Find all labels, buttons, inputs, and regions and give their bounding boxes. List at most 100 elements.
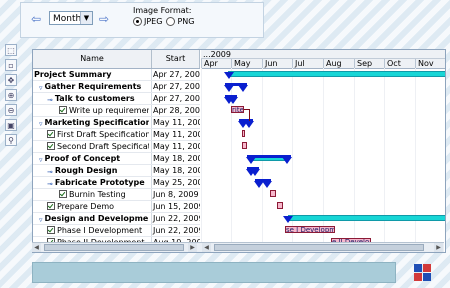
select-icon[interactable]: ⬚ xyxy=(5,44,17,56)
first-draft-bar[interactable] xyxy=(242,130,245,137)
burnin-testing-bar[interactable] xyxy=(270,190,276,197)
row-name-cell: ⊸ Rough Design xyxy=(47,165,149,176)
logo-icon xyxy=(414,264,432,282)
row-start-cell: May 11, 2009 xyxy=(153,118,200,127)
table-row[interactable]: ▿ Design and Development Jun 22, 2009 xyxy=(33,213,200,225)
month-label: Aug xyxy=(323,59,354,68)
table-row[interactable]: Write up requirements Apr 28, 2009 xyxy=(33,105,200,117)
summary-task-icon: ⊸ xyxy=(47,168,53,176)
link-icon[interactable]: ⚲ xyxy=(5,134,17,146)
row-name-cell: Burnin Testing xyxy=(59,189,149,200)
prev-button[interactable]: ⇦ xyxy=(29,12,43,26)
fit-icon[interactable]: ▣ xyxy=(5,119,17,131)
task-checkbox-icon xyxy=(59,189,67,198)
gather-requirements-start-cap[interactable] xyxy=(224,85,234,92)
dependency-link xyxy=(249,109,250,121)
jpeg-radio[interactable] xyxy=(133,17,142,26)
row-start-cell: Jun 8, 2009 xyxy=(153,190,199,199)
horizontal-scrollbar[interactable]: ◀ ▶ ◀ ▶ xyxy=(32,242,444,252)
png-radio[interactable] xyxy=(166,17,176,26)
row-start-cell: Apr 27, 2009 xyxy=(153,70,200,79)
project-summary-start-cap[interactable] xyxy=(224,72,234,79)
format-options: JPEG PNG xyxy=(133,17,194,26)
expand-toggle-icon[interactable]: ▿ xyxy=(39,215,43,224)
table-row[interactable]: Second Draft Specificati... May 11, 2009 xyxy=(33,141,200,153)
pan-icon[interactable]: ▫ xyxy=(5,59,17,71)
task-checkbox-icon xyxy=(47,201,55,210)
expand-toggle-icon[interactable]: ▿ xyxy=(39,119,43,128)
row-name: Design and Development xyxy=(44,214,149,223)
tool-column: ⬚ ▫ ✥ ⊕ ⊖ ▣ ⚲ xyxy=(5,44,19,149)
next-button[interactable]: ⇨ xyxy=(97,12,111,26)
second-draft-bar[interactable] xyxy=(242,142,247,149)
move-icon[interactable]: ✥ xyxy=(5,74,17,86)
table-row[interactable]: ⊸Fabricate Prototype May 25, 2009 xyxy=(33,177,200,189)
month-gridline xyxy=(415,68,416,252)
proof-of-concept-end-cap[interactable] xyxy=(282,157,292,164)
gantt-scroll-left-icon[interactable]: ◀ xyxy=(202,243,211,252)
scroll-thumb-grid[interactable] xyxy=(44,244,184,251)
table-row[interactable]: Prepare Demo Jun 15, 2009 xyxy=(33,201,200,213)
row-name: Marketing Specification xyxy=(44,118,149,127)
row-start-cell: May 25, 2009 xyxy=(153,178,200,187)
status-bar xyxy=(32,262,396,283)
scroll-right-icon[interactable]: ▶ xyxy=(188,243,197,252)
table-row[interactable]: ▿Marketing Specification May 11, 2009 xyxy=(33,117,200,129)
zoom-out-icon[interactable]: ⊖ xyxy=(5,104,17,116)
table-row[interactable]: ▿Proof of Concept May 18, 2009 xyxy=(33,153,200,165)
toolbar: ⇦ Month ▼ ⇨ Image Format: JPEG PNG xyxy=(20,2,264,38)
summary-task-icon: ⊸ xyxy=(47,96,53,104)
row-name: Project Summary xyxy=(34,70,112,79)
row-start-cell: May 18, 2009 xyxy=(153,154,200,163)
row-name-cell: Second Draft Specificati... xyxy=(47,141,149,152)
row-name: Proof of Concept xyxy=(44,154,121,163)
project-summary-bar[interactable] xyxy=(228,71,445,77)
scale-select[interactable]: Month ▼ xyxy=(49,11,93,25)
expand-toggle-icon[interactable]: ▿ xyxy=(39,155,43,164)
gantt-scroll-right-icon[interactable]: ▶ xyxy=(434,243,443,252)
marketing-spec-end-cap[interactable] xyxy=(244,121,254,128)
row-name-cell: ⊸ Talk to customers xyxy=(47,93,149,104)
month-label: Apr xyxy=(201,59,231,68)
month-label: Sep xyxy=(354,59,384,68)
task-checkbox-icon xyxy=(47,129,55,138)
gather-requirements-end-cap[interactable] xyxy=(238,85,248,92)
design-dev-cyan-bar[interactable] xyxy=(288,215,445,221)
row-start-cell: Apr 27, 2009 xyxy=(153,94,200,103)
table-row[interactable]: First Draft Specification May 11, 2009 xyxy=(33,129,200,141)
arrow-right-icon: ⇨ xyxy=(98,12,110,26)
gantt-panel: Name Start Project Summary Apr 27, 2009 ▿ G… xyxy=(32,49,446,253)
grid-header: Name Start xyxy=(33,50,200,69)
table-row[interactable]: Project Summary Apr 27, 2009 xyxy=(33,69,200,81)
gantt-year-header: ...2009 xyxy=(201,50,445,59)
expand-toggle-icon[interactable]: ▿ xyxy=(39,83,43,92)
table-row[interactable]: ⊸ Talk to customers Apr 27, 2009 xyxy=(33,93,200,105)
fabricate-prototype-end-cap[interactable] xyxy=(262,181,272,188)
phase1-dev-bar[interactable]: se I Developm xyxy=(285,226,335,233)
prepare-demo-bar[interactable] xyxy=(277,202,283,209)
table-row[interactable]: ⊸Rough Design May 18, 2009 xyxy=(33,165,200,177)
format-title: Image Format: xyxy=(133,6,192,15)
zoom-in-icon[interactable]: ⊕ xyxy=(5,89,17,101)
rough-design-end-cap[interactable] xyxy=(250,169,260,176)
row-name-cell: Prepare Demo xyxy=(47,201,149,212)
row-start-cell: Jun 22, 2009 xyxy=(153,214,200,223)
row-start-cell: Apr 28, 2009 xyxy=(153,106,200,115)
column-header-name[interactable]: Name xyxy=(33,50,152,68)
month-label: May xyxy=(231,59,262,68)
row-start-cell: Jun 22, 2009 xyxy=(153,226,200,235)
design-dev-start-cap[interactable] xyxy=(283,216,293,223)
table-row[interactable]: Burnin Testing Jun 8, 2009 xyxy=(33,189,200,201)
table-row[interactable]: Phase I Development Jun 22, 2009 xyxy=(33,225,200,237)
row-start-cell: Apr 27, 2009 xyxy=(153,82,200,91)
proof-of-concept-start-cap[interactable] xyxy=(246,157,256,164)
column-header-start[interactable]: Start xyxy=(152,50,200,68)
write-up-requirements-bar[interactable]: rite xyxy=(231,106,244,113)
talk-to-customers-end-cap[interactable] xyxy=(228,97,238,104)
month-gridline xyxy=(292,68,293,252)
scroll-thumb-gantt[interactable] xyxy=(214,244,424,251)
chevron-down-icon[interactable]: ▼ xyxy=(80,12,92,24)
scroll-left-icon[interactable]: ◀ xyxy=(32,243,41,252)
row-name: Rough Design xyxy=(54,166,118,175)
table-row[interactable]: ▿ Gather Requirements Apr 27, 2009 xyxy=(33,81,200,93)
